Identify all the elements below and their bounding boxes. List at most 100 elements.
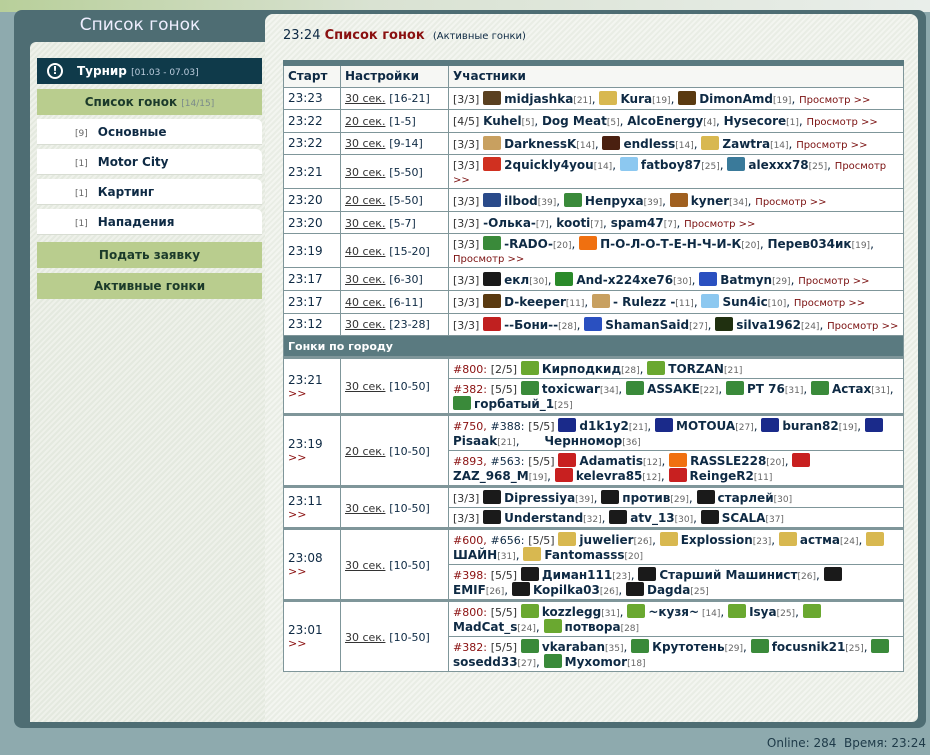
expand-link[interactable]: >> [288, 451, 336, 464]
participant-name[interactable]: Непруха [585, 194, 644, 208]
sidebar-item-race-list[interactable]: Список гонок [14/15] [37, 89, 262, 115]
settings-link[interactable]: 30 сек. [345, 217, 385, 230]
participant-name[interactable]: Explossion [681, 533, 753, 547]
participant-name[interactable]: Hysecore [724, 114, 787, 128]
participant-name[interactable]: AlcoEnergy [627, 114, 703, 128]
participant-name[interactable]: MadCat_s [453, 620, 517, 634]
view-link[interactable]: Просмотр >> [827, 321, 898, 332]
participant-name[interactable]: старлей [718, 491, 774, 505]
expand-link[interactable]: >> [288, 637, 336, 650]
active-races-button[interactable]: Активные гонки [37, 273, 262, 299]
participant-name[interactable]: екл [504, 273, 529, 287]
clan-id[interactable]: #382: [453, 383, 487, 396]
participant-name[interactable]: Kopilka03 [533, 583, 600, 597]
participant-name[interactable]: silva1962 [736, 318, 801, 332]
participant-name[interactable]: Sun4ic [722, 295, 767, 309]
view-link[interactable]: Просмотр >> [755, 197, 826, 208]
participant-name[interactable]: Zawtra [722, 137, 770, 151]
clan-id[interactable]: #398: [453, 569, 487, 582]
clan-id[interactable]: #800: [453, 606, 487, 619]
view-link[interactable]: Просмотр >> [794, 298, 865, 309]
settings-link[interactable]: 30 сек. [345, 631, 385, 644]
participant-name[interactable]: Кирподкид [542, 362, 621, 376]
clan-id[interactable]: #388: [491, 420, 525, 433]
participant-name[interactable]: alexxx78 [748, 158, 808, 172]
clan-id[interactable]: #893, [453, 455, 487, 468]
view-link[interactable]: Просмотр >> [799, 95, 870, 106]
participant-name[interactable]: Dipressiya [504, 491, 575, 505]
participant-name[interactable]: kyner [691, 194, 729, 208]
participant-name[interactable]: -Олька- [483, 216, 536, 230]
settings-link[interactable]: 20 сек. [345, 194, 385, 207]
clan-id[interactable]: #656: [491, 534, 525, 547]
participant-name[interactable]: Чернномор [544, 434, 622, 448]
participant-name[interactable]: против [622, 491, 670, 505]
settings-link[interactable]: 30 сек. [345, 92, 385, 105]
expand-link[interactable]: >> [288, 508, 336, 521]
participant-name[interactable]: потвора [565, 620, 621, 634]
participant-name[interactable]: Перев034ик [767, 237, 851, 251]
sidebar-item-category[interactable]: [9] Основные [37, 119, 262, 145]
clan-id[interactable]: #382: [453, 641, 487, 654]
participant-name[interactable]: And-x224xe76 [576, 273, 673, 287]
settings-link[interactable]: 40 сек. [345, 245, 385, 258]
settings-link[interactable]: 30 сек. [345, 273, 385, 286]
expand-link[interactable]: >> [288, 565, 336, 578]
settings-link[interactable]: 30 сек. [345, 137, 385, 150]
participant-name[interactable]: ШАЙН [453, 548, 497, 562]
apply-button[interactable]: Подать заявку [37, 242, 262, 268]
sidebar-item-tournament[interactable]: ! Турнир [01.03 - 07.03] [37, 58, 262, 84]
participant-name[interactable]: Kura [620, 92, 652, 106]
participant-name[interactable]: ~кузя~ [648, 605, 699, 619]
participant-name[interactable]: midjashka [504, 92, 573, 106]
participant-name[interactable]: d1k1y2 [579, 419, 628, 433]
view-link[interactable]: Просмотр >> [807, 117, 878, 128]
participant-name[interactable]: Understand [504, 511, 583, 525]
settings-link[interactable]: 30 сек. [345, 166, 385, 179]
participant-name[interactable]: Adamatis [579, 454, 643, 468]
participant-name[interactable]: Myxomor [565, 655, 627, 669]
settings-link[interactable]: 20 сек. [345, 445, 385, 458]
settings-link[interactable]: 30 сек. [345, 559, 385, 572]
participant-name[interactable]: П-О-Л-О-Т-Е-Н-Ч-И-К [600, 237, 741, 251]
participant-name[interactable]: Fantomasss [544, 548, 624, 562]
participant-name[interactable]: ZAZ_968_M [453, 469, 529, 483]
settings-link[interactable]: 20 сек. [345, 115, 385, 128]
participant-name[interactable]: астма [800, 533, 840, 547]
participant-name[interactable]: fatboy87 [641, 158, 701, 172]
participant-name[interactable]: ReingeR2 [690, 469, 754, 483]
participant-name[interactable]: atv_13 [630, 511, 674, 525]
participant-name[interactable]: -RADO- [504, 237, 553, 251]
participant-name[interactable]: kelevra85 [576, 469, 643, 483]
participant-name[interactable]: Kuhel [483, 114, 521, 128]
view-link[interactable]: Просмотр >> [684, 219, 755, 230]
settings-link[interactable]: 30 сек. [345, 318, 385, 331]
participant-name[interactable]: Batmyn [720, 273, 772, 287]
participant-name[interactable]: buran82 [782, 419, 838, 433]
participant-name[interactable]: --Бони-- [504, 318, 558, 332]
participant-name[interactable]: endless [623, 137, 675, 151]
participant-name[interactable]: ASSAKE [647, 382, 700, 396]
participant-name[interactable]: focusnik21 [772, 640, 846, 654]
participant-name[interactable]: MOTOUA [676, 419, 735, 433]
participant-name[interactable]: RASSLE228 [690, 454, 766, 468]
participant-name[interactable]: Dagda [647, 583, 690, 597]
participant-name[interactable]: kozzlegg [542, 605, 601, 619]
settings-link[interactable]: 30 сек. [345, 380, 385, 393]
participant-name[interactable]: Диман111 [542, 568, 612, 582]
participant-name[interactable]: toxicwar [542, 382, 600, 396]
participant-name[interactable]: Dog Meat [542, 114, 607, 128]
participant-name[interactable]: 2quickly4you [504, 158, 594, 172]
clan-id[interactable]: #800: [453, 363, 487, 376]
participant-name[interactable]: горбатый_1 [474, 397, 554, 411]
participant-name[interactable]: TORZAN [668, 362, 724, 376]
settings-link[interactable]: 40 сек. [345, 296, 385, 309]
participant-name[interactable]: - Rulezz - [613, 295, 675, 309]
participant-name[interactable]: D-keeper [504, 295, 566, 309]
participant-name[interactable]: Крутотень [652, 640, 724, 654]
participant-name[interactable]: spam47 [611, 216, 664, 230]
participant-name[interactable]: ilbod [504, 194, 538, 208]
participant-name[interactable]: Pisaak [453, 434, 497, 448]
view-link[interactable]: Просмотр >> [798, 276, 869, 287]
participant-name[interactable]: juwelier [579, 533, 633, 547]
